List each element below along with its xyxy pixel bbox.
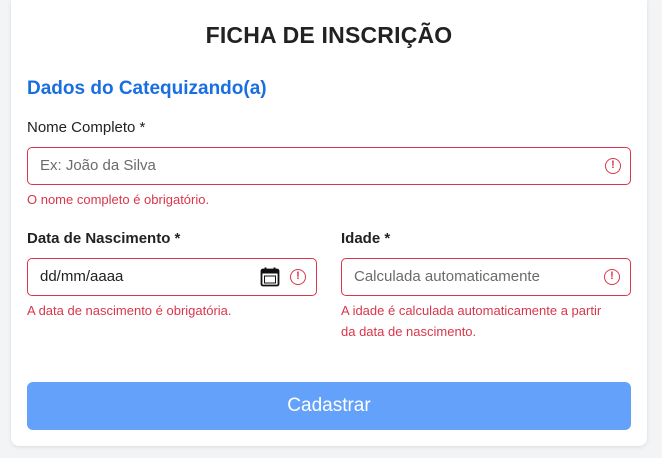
- section-title: Dados do Catequizando(a): [27, 78, 267, 99]
- name-error-message: O nome completo é obrigatório.: [27, 192, 210, 207]
- age-error-message-line1: A idade é calculada automaticamente a pa…: [341, 303, 602, 318]
- birthdate-label: Data de Nascimento *: [27, 230, 181, 247]
- birthdate-input[interactable]: dd/mm/aaaa !: [27, 258, 317, 296]
- name-input[interactable]: Ex: João da Silva !: [27, 147, 631, 185]
- age-label: Idade *: [341, 230, 391, 247]
- registration-form-card: FICHA DE INSCRIÇÃO Dados do Catequizando…: [11, 0, 647, 446]
- age-placeholder: Calculada automaticamente: [354, 268, 540, 285]
- name-placeholder: Ex: João da Silva: [40, 157, 156, 174]
- age-error-message-line2: da data de nascimento.: [341, 324, 477, 339]
- birthdate-error-message: A data de nascimento é obrigatória.: [27, 303, 232, 318]
- submit-button[interactable]: Cadastrar: [27, 382, 631, 430]
- error-circle-icon: !: [290, 269, 306, 285]
- name-label: Nome Completo *: [27, 119, 146, 136]
- error-circle-icon: !: [604, 269, 620, 285]
- birthdate-value: dd/mm/aaaa: [40, 268, 124, 285]
- calendar-icon[interactable]: [260, 267, 280, 287]
- error-circle-icon: !: [605, 158, 621, 174]
- age-input[interactable]: Calculada automaticamente !: [341, 258, 631, 296]
- form-title: FICHA DE INSCRIÇÃO: [205, 22, 453, 48]
